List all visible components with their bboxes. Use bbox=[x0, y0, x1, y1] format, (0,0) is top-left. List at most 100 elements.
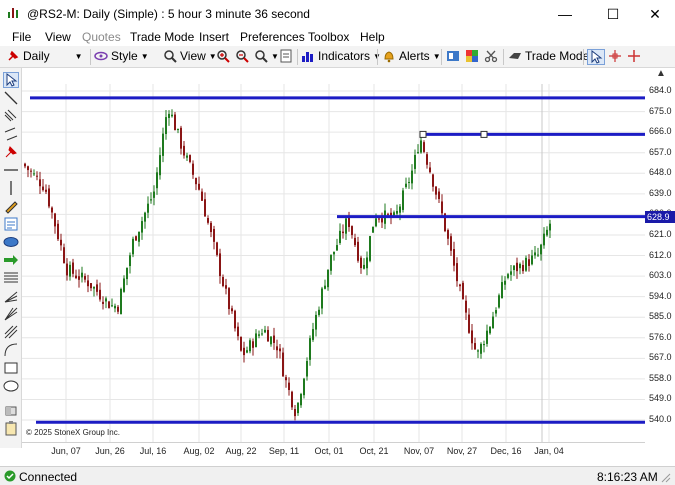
candle-body bbox=[321, 288, 323, 309]
gann-icon[interactable] bbox=[3, 306, 19, 322]
candle-body bbox=[489, 326, 491, 334]
candle-body bbox=[516, 262, 518, 272]
candle-body bbox=[528, 259, 530, 266]
candle-body bbox=[111, 305, 113, 307]
candle-body bbox=[276, 346, 278, 351]
alerts-button[interactable]: Alerts ▼ bbox=[382, 49, 441, 63]
candle-body bbox=[366, 257, 368, 269]
candle-body bbox=[66, 263, 68, 276]
candle-body bbox=[135, 236, 137, 241]
candle-body bbox=[162, 133, 164, 156]
trade-mode-button[interactable]: Trade Mode bbox=[508, 49, 589, 63]
candle-body bbox=[177, 128, 179, 131]
channel-icon[interactable] bbox=[3, 108, 19, 124]
note-icon[interactable] bbox=[3, 216, 19, 232]
menu-toolbox[interactable]: Toolbox bbox=[308, 30, 349, 44]
candle-body bbox=[495, 310, 497, 314]
candle-body bbox=[294, 409, 296, 417]
candle-body bbox=[330, 254, 332, 271]
candle-body bbox=[423, 142, 425, 152]
candle-body bbox=[411, 170, 413, 184]
candle-body bbox=[240, 336, 242, 351]
close-button[interactable]: ✕ bbox=[633, 0, 675, 28]
zoom-in-button[interactable] bbox=[216, 49, 230, 63]
fan-icon[interactable] bbox=[3, 288, 19, 304]
menu-insert[interactable]: Insert bbox=[199, 30, 229, 44]
x-tick-label: Sep, 11 bbox=[268, 446, 300, 456]
candle-body bbox=[309, 338, 311, 360]
parallel-lines-icon[interactable] bbox=[3, 126, 19, 142]
candle-body bbox=[267, 329, 269, 342]
scroll-up-icon[interactable]: ▲ bbox=[656, 68, 666, 79]
price-chart[interactable] bbox=[22, 84, 645, 442]
candle-body bbox=[201, 191, 203, 201]
date-axis[interactable]: Jun, 07 Jun, 26 Jul, 16 Aug, 02 Aug, 22 Sep, … bbox=[22, 442, 645, 464]
clock-time: 8:16:23 AM bbox=[597, 470, 658, 484]
y-tick-label: 585.0 bbox=[649, 311, 672, 322]
indicators-button[interactable]: Indicators ▼ bbox=[301, 49, 381, 63]
cursor-tool-button[interactable] bbox=[587, 49, 605, 65]
price-axis[interactable]: 684.0675.0666.0657.0648.0639.0630.0621.0… bbox=[645, 84, 675, 442]
view-button[interactable]: View ▼ bbox=[163, 49, 217, 63]
candle-body bbox=[396, 210, 398, 214]
candle-body bbox=[372, 226, 374, 233]
pencil-icon[interactable] bbox=[3, 198, 19, 214]
candle-body bbox=[282, 352, 284, 377]
menu-help[interactable]: Help bbox=[360, 30, 385, 44]
menu-trade-mode[interactable]: Trade Mode bbox=[130, 30, 194, 44]
candle-body bbox=[252, 341, 254, 348]
template-button[interactable] bbox=[446, 49, 460, 63]
properties-button[interactable] bbox=[279, 49, 293, 63]
zoom-out-button[interactable] bbox=[235, 49, 249, 63]
y-tick-label: 657.0 bbox=[649, 146, 672, 157]
interval-selector[interactable]: Daily ▼ bbox=[6, 49, 83, 63]
candle-body bbox=[324, 285, 326, 289]
zoom-out-icon bbox=[236, 50, 249, 63]
candle-body bbox=[480, 343, 482, 354]
candle-body bbox=[216, 242, 218, 255]
crosshair-tool-button[interactable] bbox=[608, 49, 622, 63]
pitchfork-icon[interactable] bbox=[3, 324, 19, 340]
candle-body bbox=[147, 203, 149, 213]
candle-body bbox=[387, 213, 389, 215]
crosshair-full-button[interactable] bbox=[627, 49, 641, 63]
eraser-icon[interactable] bbox=[3, 402, 19, 418]
candle-body bbox=[354, 237, 356, 246]
maximize-button[interactable]: ☐ bbox=[591, 0, 635, 28]
candle-body bbox=[54, 213, 56, 227]
connected-icon bbox=[4, 470, 16, 482]
template-icon bbox=[447, 51, 459, 61]
clipboard-icon[interactable] bbox=[3, 420, 19, 436]
trendline-icon[interactable] bbox=[3, 90, 19, 106]
candle-body bbox=[159, 155, 161, 176]
pin-icon[interactable] bbox=[3, 144, 19, 160]
toolbar-separator bbox=[583, 49, 584, 65]
candle-body bbox=[279, 348, 281, 352]
candle-body bbox=[435, 186, 437, 195]
arrow-right-icon[interactable] bbox=[3, 252, 19, 268]
menu-preferences[interactable]: Preferences bbox=[240, 30, 305, 44]
style-button[interactable]: Style ▼ bbox=[94, 49, 149, 63]
zoom-menu-button[interactable]: ▼ bbox=[254, 49, 279, 63]
candle-body bbox=[93, 286, 95, 289]
menu-file[interactable]: File bbox=[12, 30, 31, 44]
tools-button[interactable] bbox=[484, 49, 498, 63]
arc-icon[interactable] bbox=[3, 342, 19, 358]
oval-icon[interactable] bbox=[3, 378, 19, 394]
resize-grip-icon[interactable] bbox=[660, 472, 672, 484]
x-tick-label: Dec, 16 bbox=[490, 446, 522, 456]
fibonacci-icon[interactable] bbox=[3, 270, 19, 286]
chart-area[interactable]: © 2025 StoneX Group Inc. bbox=[22, 84, 645, 442]
rectangle-icon[interactable] bbox=[3, 360, 19, 376]
horizontal-line-icon[interactable] bbox=[3, 162, 19, 178]
select-arrow-icon[interactable] bbox=[3, 72, 19, 88]
zoom-in-icon bbox=[217, 50, 230, 63]
colors-button[interactable] bbox=[465, 49, 479, 63]
ellipse-icon[interactable] bbox=[3, 234, 19, 250]
candle-body bbox=[336, 245, 338, 251]
vertical-line-icon[interactable] bbox=[3, 180, 19, 196]
minimize-button[interactable]: — bbox=[543, 0, 587, 28]
x-tick-label: Jul, 16 bbox=[139, 446, 167, 456]
menu-view[interactable]: View bbox=[45, 30, 71, 44]
menu-quotes[interactable]: Quotes bbox=[82, 30, 121, 44]
